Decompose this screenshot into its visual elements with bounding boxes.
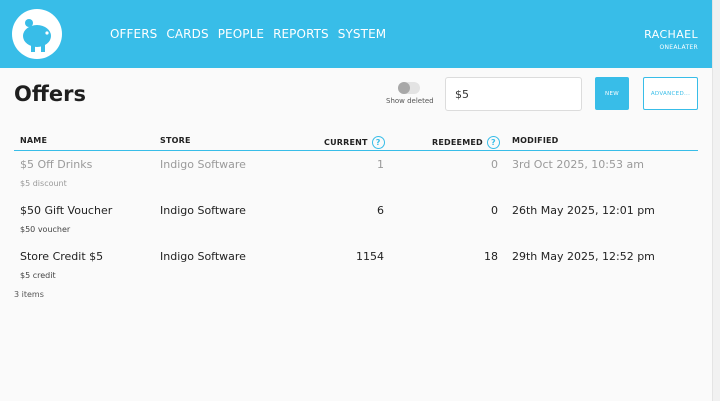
main-content: Offers Show deleted NEW ADVANCED... NAME… bbox=[0, 68, 712, 401]
show-deleted-toggle[interactable] bbox=[398, 82, 420, 94]
advanced-button[interactable]: ADVANCED... bbox=[643, 77, 698, 110]
offer-redeemed: 0 bbox=[491, 204, 498, 217]
nav-people[interactable]: PEOPLE bbox=[218, 27, 264, 41]
page-title: Offers bbox=[14, 82, 86, 106]
top-navigation-bar: OFFERS CARDS PEOPLE REPORTS SYSTEM RACHA… bbox=[0, 0, 712, 68]
search-input[interactable] bbox=[445, 77, 582, 111]
offer-modified: 29th May 2025, 12:52 pm bbox=[512, 250, 655, 263]
nav-offers[interactable]: OFFERS bbox=[110, 27, 157, 41]
offer-name: Store Credit $5 bbox=[20, 250, 104, 263]
table-row[interactable]: Store Credit $5 $5 credit Indigo Softwar… bbox=[14, 243, 698, 289]
offer-store: Indigo Software bbox=[160, 250, 246, 263]
offer-redeemed: 18 bbox=[484, 250, 498, 263]
offer-name: $5 Off Drinks bbox=[20, 158, 93, 171]
nav-cards[interactable]: CARDS bbox=[166, 27, 208, 41]
offer-store: Indigo Software bbox=[160, 158, 246, 171]
column-header-modified[interactable]: MODIFIED bbox=[512, 136, 559, 145]
table-header: NAME STORE CURRENT ? REDEEMED ? MODIFIED bbox=[14, 132, 698, 151]
offer-current: 1154 bbox=[356, 250, 384, 263]
show-deleted-control: Show deleted bbox=[386, 82, 434, 105]
vertical-scrollbar[interactable] bbox=[712, 0, 720, 401]
new-button[interactable]: NEW bbox=[595, 77, 629, 110]
offer-redeemed: 0 bbox=[491, 158, 498, 171]
redeemed-help-icon[interactable]: ? bbox=[486, 136, 500, 149]
current-help-icon[interactable]: ? bbox=[371, 136, 385, 149]
offer-description: $5 discount bbox=[20, 179, 67, 188]
user-menu[interactable]: RACHAEL ONEALATER bbox=[644, 28, 698, 51]
nav-system[interactable]: SYSTEM bbox=[338, 27, 386, 41]
column-header-store[interactable]: STORE bbox=[160, 136, 191, 145]
offer-description: $50 voucher bbox=[20, 225, 71, 234]
column-header-name[interactable]: NAME bbox=[20, 136, 47, 145]
main-nav: OFFERS CARDS PEOPLE REPORTS SYSTEM bbox=[110, 27, 395, 41]
toggle-knob bbox=[398, 82, 410, 94]
offer-name: $50 Gift Voucher bbox=[20, 204, 113, 217]
column-header-redeemed[interactable]: REDEEMED ? bbox=[432, 136, 500, 149]
column-header-current[interactable]: CURRENT ? bbox=[324, 136, 385, 149]
offer-current: 6 bbox=[377, 204, 384, 217]
table-row[interactable]: $50 Gift Voucher $50 voucher Indigo Soft… bbox=[14, 197, 698, 243]
user-organization: ONEALATER bbox=[659, 44, 698, 51]
offer-store: Indigo Software bbox=[160, 204, 246, 217]
piggy-bank-icon[interactable] bbox=[12, 9, 62, 59]
offer-modified: 3rd Oct 2025, 10:53 am bbox=[512, 158, 644, 171]
items-count: 3 items bbox=[14, 290, 44, 299]
offer-description: $5 credit bbox=[20, 271, 56, 280]
offer-current: 1 bbox=[377, 158, 384, 171]
nav-reports[interactable]: REPORTS bbox=[273, 27, 329, 41]
offers-table: NAME STORE CURRENT ? REDEEMED ? MODIFIED… bbox=[14, 132, 698, 289]
table-row[interactable]: $5 Off Drinks $5 discount Indigo Softwar… bbox=[14, 151, 698, 197]
user-name: RACHAEL bbox=[644, 28, 698, 41]
offer-modified: 26th May 2025, 12:01 pm bbox=[512, 204, 655, 217]
show-deleted-label: Show deleted bbox=[386, 97, 434, 105]
